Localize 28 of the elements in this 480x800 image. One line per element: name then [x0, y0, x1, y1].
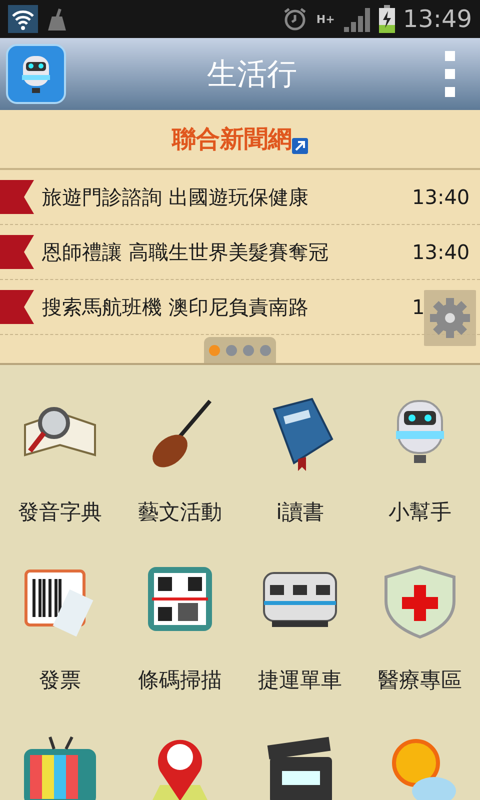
- external-link-icon: [292, 138, 308, 154]
- ribbon-icon: [0, 290, 34, 324]
- news-headline[interactable]: 搜索馬航班機 澳印尼負責南路: [42, 292, 412, 322]
- app-label[interactable]: i讀書: [276, 497, 324, 528]
- app-label[interactable]: 小幫手: [388, 497, 452, 528]
- battery-charging-icon: [378, 5, 395, 33]
- app-label[interactable]: 條碼掃描: [138, 665, 222, 696]
- news-time: 1: [412, 294, 425, 321]
- broom-icon: [46, 7, 68, 31]
- clock-time: 13:49: [402, 7, 472, 31]
- app-label[interactable]: 醫療專區: [378, 665, 462, 696]
- app-label[interactable]: 發票: [39, 665, 81, 696]
- news-time: 13:40: [412, 184, 470, 211]
- settings-icon[interactable]: [424, 290, 476, 346]
- app-label[interactable]: 藝文活動: [138, 497, 222, 528]
- app-label[interactable]: 發音字典: [18, 497, 102, 528]
- alarm-clock-icon: [282, 6, 308, 32]
- app-title: 生活行: [206, 56, 298, 94]
- robot-app-icon[interactable]: [6, 44, 66, 104]
- news-headline[interactable]: 旅遊門診諮詢 出國遊玩保健康: [42, 182, 412, 212]
- ribbon-icon: [0, 235, 34, 269]
- signal-icon: [342, 6, 371, 32]
- news-headline[interactable]: 恩師禮讓 高職生世界美髮賽奪冠: [42, 237, 412, 267]
- wifi-icon: [8, 5, 38, 33]
- network-type-label: H+: [316, 14, 335, 24]
- ribbon-icon: [0, 180, 34, 214]
- news-time: 13:40: [412, 239, 470, 266]
- app-label[interactable]: 捷運單車: [258, 665, 342, 696]
